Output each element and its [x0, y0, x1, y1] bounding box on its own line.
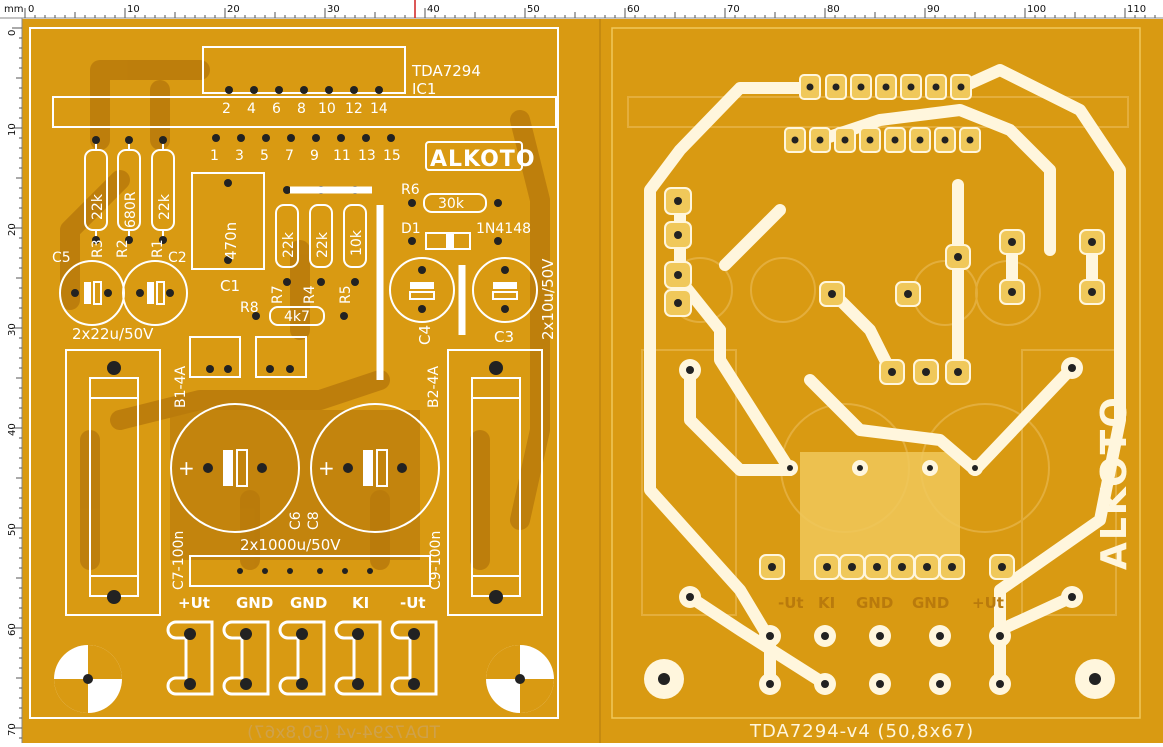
c5c2-value: 2x22u/50V — [72, 325, 154, 343]
r4-value: 22k — [315, 231, 331, 258]
r1-value: 22k — [157, 193, 173, 220]
y-tick-label: 0 — [7, 30, 18, 36]
y-tick-label: 60 — [7, 623, 18, 636]
pin-label: 3 — [235, 148, 244, 164]
x-tick-label: 40 — [427, 4, 440, 15]
c4c3-value: 2x10u/50V — [539, 258, 557, 340]
pin-label: 10 — [318, 101, 336, 117]
r3-ref: R3 — [90, 239, 106, 258]
x-tick-label: 70 — [727, 4, 740, 15]
c3-ref: C3 — [494, 328, 514, 346]
pin-label: 4 — [247, 101, 256, 117]
r6-value: 30k — [438, 196, 465, 212]
pin-label: 11 — [333, 148, 351, 164]
terminal-label: KI — [352, 594, 369, 612]
r3-value: 22k — [90, 193, 106, 220]
r7-value: 22k — [281, 231, 297, 258]
left-footer: TDA7294-v4 (50,8x67) — [247, 723, 441, 743]
x-tick-label: 110 — [1127, 4, 1146, 15]
c2-ref: C2 — [168, 250, 187, 266]
b1-ref: B1-4A — [173, 366, 189, 408]
c8-ref: C8 — [306, 511, 322, 530]
y-tick-label: 10 — [7, 123, 18, 136]
right-logo: ALKOTO — [1094, 395, 1135, 570]
r5-value: 10k — [349, 229, 365, 256]
terminal-label: GND — [236, 594, 273, 612]
x-tick-label: 100 — [1027, 4, 1046, 15]
r2-value: 680R — [123, 191, 139, 228]
d1-ref: D1 — [401, 221, 421, 237]
pin-label: 1 — [210, 148, 219, 164]
right-footer: TDA7294-v4 (50,8x67) — [749, 721, 974, 742]
r5-ref: R5 — [338, 285, 354, 304]
d1-value: 1N4148 — [476, 221, 531, 237]
ic-label: TDA7294 — [411, 62, 481, 80]
c5-ref: C5 — [52, 250, 71, 266]
terminal-label: -Ut — [400, 594, 426, 612]
y-tick-label: 40 — [7, 423, 18, 436]
x-tick-label: 50 — [527, 4, 540, 15]
r2-ref: R2 — [115, 239, 131, 258]
svg-text:+: + — [178, 456, 195, 480]
pin-label: 7 — [285, 148, 294, 164]
r8-ref: R8 — [240, 300, 259, 316]
pin-label: 13 — [358, 148, 376, 164]
c1-value: 470n — [222, 222, 240, 260]
terminal-label: GND — [290, 594, 327, 612]
ruler-unit: mm — [4, 4, 23, 15]
r7-ref: R7 — [270, 285, 286, 304]
x-tick-label: 20 — [227, 4, 240, 15]
r8-value: 4k7 — [284, 309, 310, 325]
ruler-top — [0, 0, 1163, 18]
y-tick-label: 30 — [7, 323, 18, 336]
c4-ref: C4 — [416, 325, 434, 345]
right-terminal-label: +Ut — [972, 594, 1004, 612]
right-terminal-label: GND — [856, 594, 893, 612]
r4-ref: R4 — [302, 285, 318, 304]
svg-text:+: + — [318, 456, 335, 480]
pin-label: 5 — [260, 148, 269, 164]
big-caps-value: 2x1000u/50V — [240, 536, 341, 554]
c6-ref: C6 — [288, 511, 304, 530]
c1-ref: C1 — [220, 277, 240, 295]
x-tick-label: 10 — [127, 4, 140, 15]
pin-label: 14 — [370, 101, 388, 117]
pcb-layout-view: TDA7294 IC1 2 4 6 8 10 12 14 1 3 5 7 9 1… — [0, 0, 1163, 743]
right-terminal-label: GND — [912, 594, 949, 612]
y-tick-label: 20 — [7, 223, 18, 236]
y-tick-label: 70 — [7, 723, 18, 736]
x-tick-label: 90 — [927, 4, 940, 15]
pin-label: 9 — [310, 148, 319, 164]
right-terminal-label: -Ut — [778, 594, 804, 612]
x-tick-label: 30 — [327, 4, 340, 15]
pin-label: 2 — [222, 101, 231, 117]
pcb-canvas: TDA7294 IC1 2 4 6 8 10 12 14 1 3 5 7 9 1… — [0, 0, 1163, 743]
x-tick-label: 80 — [827, 4, 840, 15]
right-terminal-label: KI — [818, 594, 835, 612]
x-tick-label: 0 — [28, 4, 34, 15]
x-tick-label: 60 — [627, 4, 640, 15]
pin-label: 15 — [383, 148, 401, 164]
logo: ALKOTO — [430, 147, 536, 172]
ic-ref: IC1 — [412, 80, 436, 98]
terminal-label: +Ut — [178, 594, 210, 612]
y-tick-label: 50 — [7, 523, 18, 536]
pin-label: 6 — [272, 101, 281, 117]
pin-label: 12 — [345, 101, 363, 117]
b2-ref: B2-4A — [426, 366, 442, 408]
pin-label: 8 — [297, 101, 306, 117]
c7-ref: C7-100n — [171, 531, 187, 590]
r1-ref: R1 — [150, 239, 166, 258]
r6-ref: R6 — [401, 182, 420, 198]
